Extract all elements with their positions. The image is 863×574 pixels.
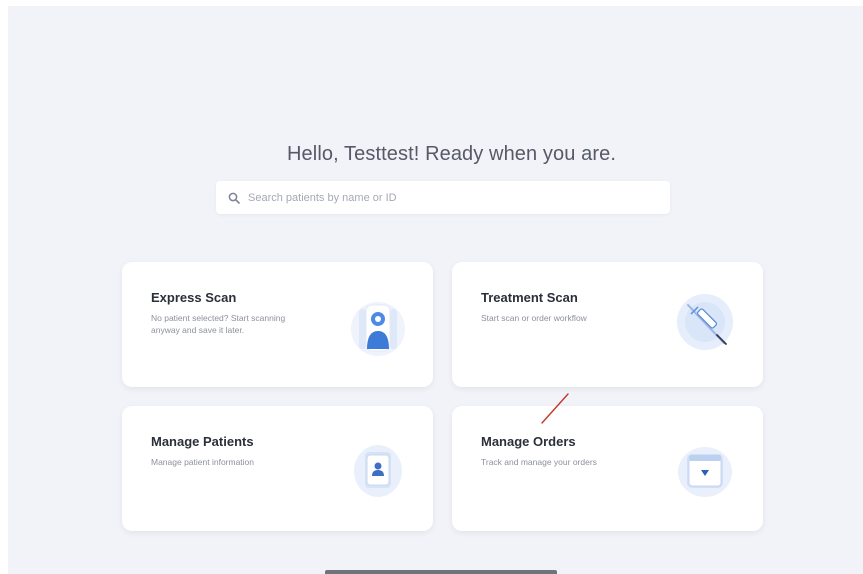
scan-person-icon	[351, 302, 405, 356]
manage-patients-title: Manage Patients	[151, 434, 254, 449]
orders-box-icon	[678, 447, 732, 497]
treatment-scan-description: Start scan or order workflow	[481, 313, 587, 323]
greeting-heading: Hello, Testtest! Ready when you are.	[287, 143, 616, 165]
express-scan-description: No patient selected? Start scanning anyw…	[151, 313, 286, 335]
patient-card-icon	[354, 445, 402, 497]
manage-orders-description: Track and manage your orders	[481, 457, 597, 467]
patient-search-bar[interactable]	[216, 181, 670, 214]
manage-orders-title: Manage Orders	[481, 434, 576, 449]
express-scan-title: Express Scan	[151, 290, 237, 305]
treatment-scan-card[interactable]: Treatment Scan Start scan or order workf…	[452, 262, 763, 387]
bottom-handle-bar	[325, 570, 557, 574]
manage-orders-card[interactable]: Manage Orders Track and manage your orde…	[452, 406, 763, 531]
express-scan-card[interactable]: Express Scan No patient selected? Start …	[122, 262, 433, 387]
manage-patients-description: Manage patient information	[151, 457, 255, 467]
search-input[interactable]	[248, 191, 648, 204]
home-screen: Hello, Testtest! Ready when you are. Exp…	[8, 6, 863, 574]
annotation-arrow-icon	[541, 393, 569, 424]
manage-patients-card[interactable]: Manage Patients Manage patient informati…	[122, 406, 433, 531]
syringe-icon	[677, 294, 733, 350]
search-icon	[228, 192, 240, 204]
treatment-scan-title: Treatment Scan	[481, 290, 578, 305]
